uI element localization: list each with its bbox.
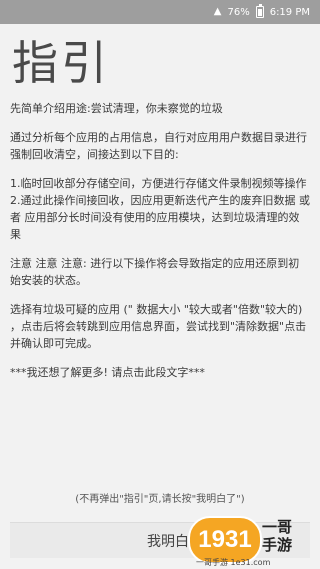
learn-more-link[interactable]: ***我还想了解更多! 请点击此段文字*** [10, 364, 310, 381]
warning-paragraph: 注意 注意 注意: 进行以下操作将会导致指定的应用还原到初始安装的状态。 [10, 257, 300, 287]
footer-hint: (不再弹出"指引"页,请长按"我明白了") [75, 494, 245, 505]
guide-paragraph-1: 通过分析每个应用的占用信息，自行对应用用户数据目录进行强制回收清空，间接达到以下… [10, 131, 307, 161]
battery-percent: 76% [227, 6, 250, 18]
confirm-button[interactable]: 我明白了 [10, 522, 310, 558]
clock: 6:19 PM [269, 6, 310, 18]
battery-icon [255, 4, 264, 18]
guide-paragraph-2: 1.临时回收部分存储空间，方便进行存储文件录制视频等操作 2.通过此操作间接回收… [10, 177, 310, 241]
intro-text: 先简单介绍用途:尝试清理，你未察觉的垃圾 [10, 102, 223, 115]
page-title: 指引 [12, 36, 110, 90]
guide-paragraph-4: 选择有垃圾可疑的应用 (" 数据大小 "较大或者"倍数"较大的) ，点击后将会转… [10, 303, 307, 350]
watermark-site: 一哥手游 1e31.com [196, 558, 271, 567]
status-bar: ▲ 76% 6:19 PM [0, 0, 320, 24]
signal-icon: ▲ [213, 6, 222, 17]
guide-content: 指引 先简单介绍用途:尝试清理，你未察觉的垃圾 通过分析每个应用的占用信息，自行… [10, 34, 310, 393]
